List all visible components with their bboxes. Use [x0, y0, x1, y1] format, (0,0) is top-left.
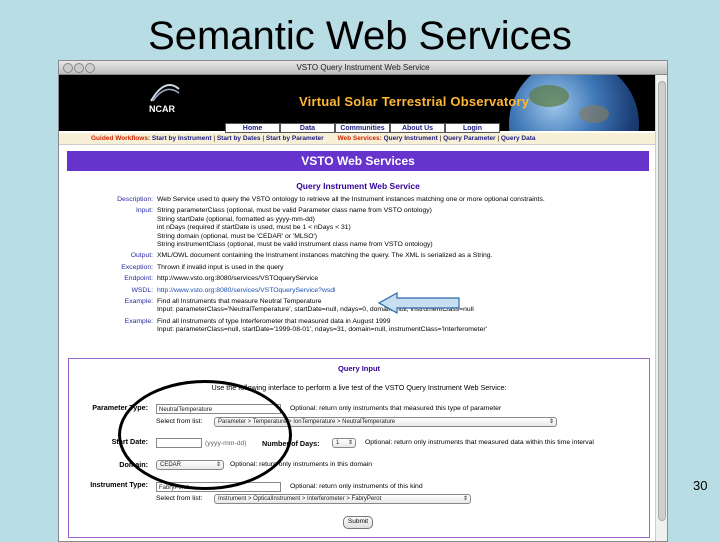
scrollbar-thumb[interactable]: [658, 81, 666, 521]
ws-link-query-instrument[interactable]: Query Instrument: [384, 135, 438, 142]
nav-tab-home[interactable]: Home: [225, 123, 280, 133]
output-row: Output: XML/OWL document containing the …: [59, 252, 649, 260]
input-line: String startDate (optional, formatted as…: [157, 215, 315, 223]
description-row: Description: Web Service used to query t…: [59, 196, 649, 204]
minimize-window-button[interactable]: [74, 63, 84, 73]
workflows-bar: Guided Workflows: Start by Instrument | …: [59, 133, 655, 145]
vertical-scrollbar[interactable]: [655, 75, 667, 541]
input-line: int nDays (required if startDate is used…: [157, 224, 351, 232]
input-line: String parameterClass (optional, must be…: [157, 207, 432, 215]
service-details: Description: Web Service used to query t…: [59, 196, 649, 338]
browser-window: VSTO Query Instrument Web Service NCAR V…: [58, 60, 668, 542]
domain-hint: Optional: return only instruments in thi…: [230, 461, 373, 468]
query-input-title: Query Input: [337, 364, 381, 373]
input-row: Input: String parameterClass (optional, …: [59, 207, 649, 249]
select-arrows-icon: ⇕: [462, 496, 468, 502]
description-text: Web Service used to query the VSTO ontol…: [157, 196, 545, 203]
nav-tab-about[interactable]: About Us: [390, 123, 445, 133]
domain-select[interactable]: CEDAR ⇕: [156, 460, 224, 470]
ncar-label: NCAR: [149, 104, 175, 114]
nav-bar: Home Data Communities About Us Login: [59, 123, 655, 133]
parameter-select-value: Parameter > Temperature > IonTemperature…: [218, 419, 396, 425]
output-label: Output:: [130, 252, 153, 260]
example-row: Example: Find all Instruments that measu…: [59, 298, 649, 315]
select-arrows-icon: ⇕: [548, 419, 554, 425]
number-of-days-value: 1: [336, 440, 340, 446]
endpoint-label: Endpoint:: [124, 275, 153, 283]
submit-button[interactable]: Submit: [343, 516, 373, 529]
instrument-select-label: Select from list:: [156, 495, 203, 502]
instrument-select-value: Instrument > OpticalInstrument > Interfe…: [218, 496, 382, 502]
parameter-select-label: Select from list:: [156, 418, 203, 425]
domain-label: Domain:: [119, 460, 148, 469]
output-text: XML/OWL document containing the Instrume…: [157, 252, 493, 260]
ncar-logo-icon: [150, 84, 180, 102]
input-line: String domain (optional, must be 'CEDAR'…: [157, 232, 318, 240]
window-title: VSTO Query Instrument Web Service: [296, 63, 430, 72]
wsdl-row: WSDL: http://www.vsto.org:8080/services/…: [59, 287, 649, 295]
service-header: VSTO Web Services: [67, 151, 649, 171]
parameter-type-hint: Optional: return only instruments that m…: [290, 405, 502, 412]
guided-workflows-label: Guided Workflows:: [91, 135, 151, 142]
exception-text: Thrown if invalid input is used in the q…: [157, 263, 284, 271]
select-arrows-icon: ⇕: [215, 462, 221, 468]
ws-link-query-data[interactable]: Query Data: [501, 135, 536, 142]
parameter-type-input[interactable]: NeutralTemperature: [156, 404, 281, 414]
input-line: String instrumentClass (optional, must b…: [157, 241, 433, 249]
description-label: Description:: [117, 196, 153, 203]
start-date-input[interactable]: [156, 438, 202, 448]
slide-title: Semantic Web Services: [148, 14, 572, 58]
instrument-type-input[interactable]: FabryPerot: [156, 482, 281, 492]
endpoint-row: Endpoint: http://www.vsto.org:8080/servi…: [59, 275, 649, 283]
example-line: Input: parameterClass=null, startDate='1…: [157, 326, 487, 334]
start-date-label: Start Date:: [111, 437, 148, 446]
query-input-panel: Query Input Use the following interface …: [68, 358, 650, 538]
example-label: Example:: [124, 317, 153, 325]
workflow-link-dates[interactable]: Start by Dates: [217, 135, 261, 142]
query-intro-text: Use the following interface to perform a…: [211, 383, 507, 392]
wsdl-label: WSDL:: [131, 286, 153, 294]
example-row: Example: Find all Instruments of type In…: [59, 318, 649, 335]
input-label: Input:: [135, 207, 153, 215]
start-date-format-hint: (yyyy-mm-dd): [205, 440, 247, 447]
instrument-select[interactable]: Instrument > OpticalInstrument > Interfe…: [214, 494, 471, 504]
domain-value: CEDAR: [160, 462, 182, 468]
page-number: 30: [693, 478, 708, 493]
example-line: Find all Instruments of type Interferome…: [157, 317, 391, 325]
banner-title: Virtual Solar Terrestrial Observatory: [299, 94, 530, 109]
nav-tab-login[interactable]: Login: [445, 123, 500, 133]
example-label: Example:: [124, 298, 153, 306]
nav-tab-data[interactable]: Data: [280, 123, 335, 133]
number-of-days-label: Number of Days:: [262, 439, 320, 448]
zoom-window-button[interactable]: [85, 63, 95, 73]
instrument-type-label: Instrument Type:: [90, 480, 148, 489]
select-arrows-icon: ⇕: [347, 440, 353, 446]
parameter-select[interactable]: Parameter > Temperature > IonTemperature…: [214, 417, 557, 427]
arrow-left-icon: [377, 292, 460, 314]
workflow-link-parameter[interactable]: Start by Parameter: [266, 135, 324, 142]
number-of-days-select[interactable]: 1 ⇕: [332, 438, 356, 448]
instrument-type-hint: Optional: return only instruments of thi…: [290, 483, 423, 490]
window-titlebar[interactable]: VSTO Query Instrument Web Service: [59, 61, 667, 75]
endpoint-url: http://www.vsto.org:8080/services/VSTOqu…: [157, 275, 319, 283]
close-window-button[interactable]: [63, 63, 73, 73]
nav-tab-communities[interactable]: Communities: [335, 123, 390, 133]
ws-link-query-parameter[interactable]: Query Parameter: [443, 135, 495, 142]
number-of-days-hint: Optional: return only instruments that m…: [365, 439, 594, 446]
exception-label: Exception:: [121, 263, 153, 271]
service-subtitle: Query Instrument Web Service: [296, 181, 420, 191]
exception-row: Exception: Thrown if invalid input is us…: [59, 264, 649, 272]
parameter-type-label: Parameter Type:: [92, 403, 148, 412]
workflow-link-instrument[interactable]: Start by Instrument: [152, 135, 212, 142]
web-services-label: Web Services:: [337, 135, 382, 142]
